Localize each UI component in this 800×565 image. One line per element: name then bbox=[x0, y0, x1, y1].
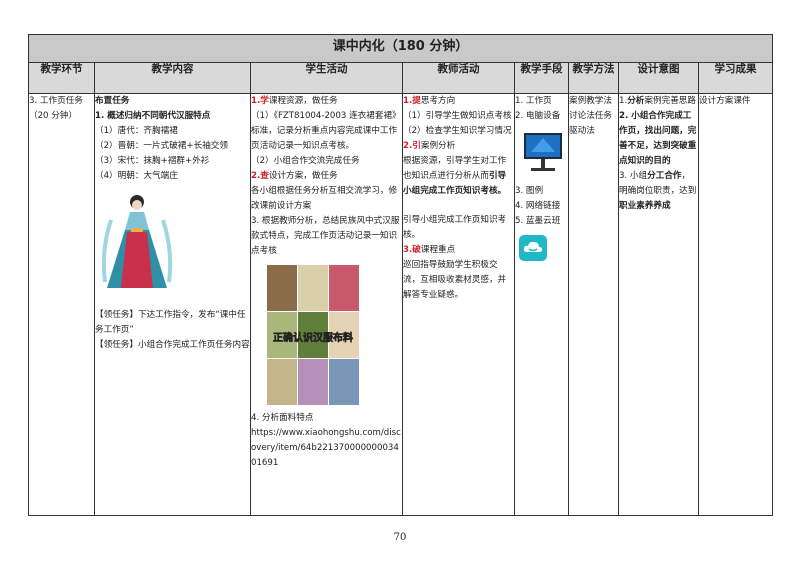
content-subheading: 1. 概述归纳不同朝代汉服特点 bbox=[95, 111, 211, 121]
header-stage: 教学环节 bbox=[28, 62, 95, 94]
means-item-illustration: 3. 图例 bbox=[515, 186, 544, 196]
intent-3-bold: 分工合作 bbox=[647, 171, 682, 181]
intent-1-num: 1. bbox=[619, 96, 628, 106]
student-step1-key: 学 bbox=[260, 96, 269, 106]
stage-text: 3. 工作页任务（20 分钟） bbox=[29, 96, 83, 121]
intent-cell: 1.分析案例完善思路 2. 小组合作完成工作页，找出问题，完善不足，达到突破重点… bbox=[618, 93, 699, 516]
content-item-jin: （2）晋朝：一片式破裙+长袖交领 bbox=[95, 141, 228, 151]
intent-3-bold2: 职业素养养成 bbox=[619, 201, 671, 211]
content-item-tang: （1）唐代：齐胸襦裙 bbox=[95, 126, 178, 136]
means-item-cloud: 5. 蓝墨云班 bbox=[515, 216, 561, 226]
intent-2: 2. 小组合作完成工作页，找出问题，完善不足，达到突破重点知识的目的 bbox=[619, 111, 697, 166]
hanfu-fabric-image: 正确认识汉服布料 bbox=[267, 265, 359, 405]
student-step2-title: 设计方案，做任务 bbox=[268, 171, 338, 181]
teacher-step1-num: 1. bbox=[403, 96, 413, 106]
means-cell: 1. 工作页 2. 电脑设备 3. 图例 4. 网络链接 5. 蓝墨云班 bbox=[514, 93, 569, 516]
stage-cell: 3. 工作页任务（20 分钟） bbox=[28, 93, 95, 516]
student-step1-num: 1. bbox=[251, 96, 261, 106]
student-step3-text: 3. 根据教师分析，总结民族风中式汉服款式特点，完成工作页活动记录一知识点考核 bbox=[251, 216, 400, 256]
teacher-step1-title: 思考方向 bbox=[420, 96, 456, 106]
content-cell: 布置任务 1. 概述归纳不同朝代汉服特点 （1）唐代：齐胸襦裙 （2）晋朝：一片… bbox=[94, 93, 251, 516]
header-means: 教学手段 bbox=[514, 62, 569, 94]
student-step2-text: 各小组根据任务分析互相交流学习，修改课前设计方案 bbox=[251, 186, 398, 211]
reference-link[interactable]: https://www.xiaohongshu.com/discovery/it… bbox=[251, 426, 402, 471]
intent-1-bold: 分析 bbox=[627, 96, 645, 106]
section-title: 课中内化（180 分钟） bbox=[27, 34, 774, 63]
teacher-step2-title: 案例分析 bbox=[420, 141, 456, 151]
outcome-cell: 设计方案课件 bbox=[697, 93, 774, 516]
student-step2-key: 查 bbox=[260, 171, 269, 181]
means-item-link: 4. 网络链接 bbox=[515, 201, 561, 211]
teacher-cell: 1.提思考方向 （1）引导学生做知识点考核 （2）检查学生知识学习情况 2.引案… bbox=[402, 93, 515, 516]
content-task-1: 【领任务】下达工作指令，发布“课中任务工作页” bbox=[95, 310, 246, 335]
means-item-computer: 2. 电脑设备 bbox=[515, 111, 561, 121]
student-step2-num: 2. bbox=[251, 171, 261, 181]
teacher-step2-num: 2. bbox=[403, 141, 413, 151]
header-intent: 设计意图 bbox=[618, 62, 699, 94]
outcome-text: 设计方案课件 bbox=[699, 96, 751, 106]
teacher-step3-title: 课程重点 bbox=[420, 245, 456, 255]
header-methods: 教学方法 bbox=[568, 62, 619, 94]
header-content: 教学内容 bbox=[94, 62, 251, 94]
teacher-step3-text: 巡回指导鼓励学生积极交流，互相吸收素材灵感，并解答专业疑惑。 bbox=[403, 260, 507, 300]
content-heading: 布置任务 bbox=[95, 96, 130, 106]
monitor-icon bbox=[524, 133, 562, 171]
fabric-caption: 正确认识汉服布料 bbox=[273, 331, 353, 344]
teacher-step1-b: （2）检查学生知识学习情况 bbox=[403, 126, 512, 136]
teacher-step2-extra: 引导小组完成工作页知识考核。 bbox=[403, 215, 507, 240]
student-cell: 1.学课程资源，做任务 （1）《FZT81004-2003 连衣裙套裙》标准，记… bbox=[250, 93, 403, 516]
student-step1-text2: （2）小组合作交流完成任务 bbox=[251, 156, 360, 166]
intent-1-rest: 案例完善思路 bbox=[644, 96, 696, 106]
teacher-step2-key: 引 bbox=[412, 141, 421, 151]
header-teacher: 教师活动 bbox=[402, 62, 515, 94]
teacher-step3-num: 3. bbox=[403, 245, 413, 255]
header-outcome: 学习成果 bbox=[697, 62, 774, 94]
content-item-song: （3）宋代：抹胸+褶群+外衫 bbox=[95, 156, 210, 166]
student-step1-text: （1）《FZT81004-2003 连衣裙套裙》标准，记录分析重点内容完成课中工… bbox=[251, 111, 401, 151]
content-item-ming: （4）明朝：大气端庄 bbox=[95, 171, 178, 181]
content-task-2: 【领任务】小组合作完成工作页任务内容 bbox=[95, 340, 250, 350]
teacher-step1-key: 提 bbox=[412, 96, 421, 106]
hanfu-figure-image bbox=[101, 195, 173, 288]
teacher-step3-key: 破 bbox=[412, 245, 421, 255]
methods-cell: 案例教学法讨论法任务驱动法 bbox=[568, 93, 619, 516]
teacher-step1-a: （1）引导学生做知识点考核 bbox=[403, 111, 512, 121]
lesson-plan-table: 课中内化（180 分钟） 教学环节 教学内容 学生活动 教师活动 教学手段 教学… bbox=[27, 34, 774, 516]
methods-text: 案例教学法讨论法任务驱动法 bbox=[569, 96, 612, 136]
student-step4-text: 4. 分析面料特点 bbox=[251, 413, 314, 423]
page-number: 70 bbox=[393, 532, 407, 543]
cloud-class-icon bbox=[519, 235, 547, 261]
header-student: 学生活动 bbox=[250, 62, 403, 94]
intent-3-pre: 3. 小组 bbox=[619, 171, 648, 181]
means-item-worksheet: 1. 工作页 bbox=[515, 96, 552, 106]
student-step1-title: 课程资源，做任务 bbox=[268, 96, 338, 106]
